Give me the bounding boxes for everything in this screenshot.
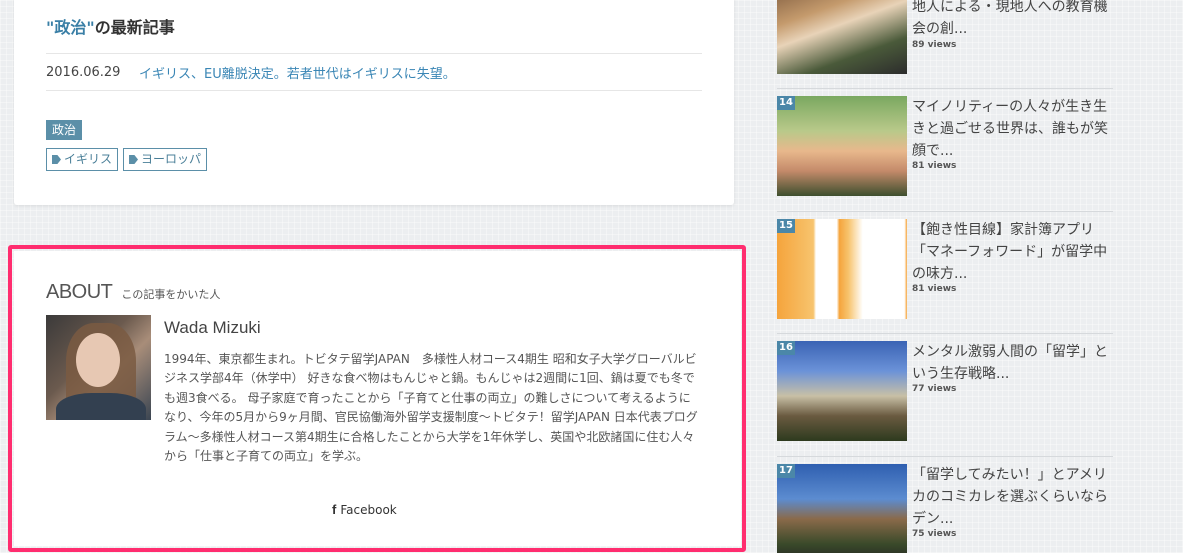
ranking-item[interactable]: 15 【飽き性目線】家計簿アプリ「マネーフォワード」が留学中の味方... 81 …	[777, 211, 1113, 331]
ranking-divider	[777, 456, 1113, 457]
avatar-shirt	[56, 393, 146, 420]
about-author-card: ABOUT この記事をかいた人 Wada Mizuki 1994年、東京都生まれ…	[14, 251, 741, 546]
ranking-views: 75 views	[912, 529, 957, 539]
tag-label: ヨーロッパ	[141, 152, 202, 166]
ranking-number: 16	[777, 341, 795, 355]
ranking-item[interactable]: 17 「留学してみたい！」とアメリカのコミカレを選ぶくらいならデン... 75 …	[777, 456, 1113, 553]
author-bio: 1994年、東京都生まれ。トビタテ留学JAPAN 多様性人材コース4期生 昭和女…	[164, 352, 698, 464]
ranking-item[interactable]: 14 マイノリティーの人々が生き生きと過ごせる世界は、誰もが笑顔で... 81 …	[777, 88, 1113, 208]
avatar-face	[76, 333, 120, 387]
ranking-title[interactable]: メンタル激弱人間の「留学」という生存戦略...	[912, 341, 1112, 385]
tag-item[interactable]: イギリス	[46, 148, 119, 171]
ranking-divider	[777, 211, 1113, 212]
ranking-item[interactable]: 16 メンタル激弱人間の「留学」という生存戦略... 77 views	[777, 333, 1113, 453]
ranking-thumbnail[interactable]	[777, 0, 907, 74]
latest-article-date: 2016.06.29	[46, 64, 121, 80]
tag-icon	[52, 155, 61, 164]
latest-article-link[interactable]: イギリス、EU離脱決定。若者世代はイギリスに失望。	[139, 63, 456, 82]
ranking-views: 81 views	[912, 161, 957, 171]
ranking-title[interactable]: 地人による・現地人への教育機会の創...	[912, 0, 1112, 40]
ranking-thumbnail[interactable]: 14	[777, 96, 907, 196]
author-avatar[interactable]	[46, 315, 151, 420]
ranking-title[interactable]: 「留学してみたい！」とアメリカのコミカレを選ぶくらいならデン...	[912, 464, 1112, 530]
ranking-views: 77 views	[912, 384, 957, 394]
about-heading: ABOUT	[46, 281, 113, 303]
ranking-divider	[777, 88, 1113, 89]
about-subheading: この記事をかいた人	[121, 288, 221, 301]
latest-articles-card: "政治"の最新記事 2016.06.29 イギリス、EU離脱決定。若者世代はイギ…	[14, 0, 734, 205]
ranking-thumbnail[interactable]: 15	[777, 219, 907, 319]
tag-item[interactable]: ヨーロッパ	[123, 148, 208, 171]
tag-list: イギリス ヨーロッパ	[46, 148, 208, 171]
tag-icon	[129, 155, 139, 164]
author-name[interactable]: Wada Mizuki	[164, 318, 261, 338]
ranking-title[interactable]: マイノリティーの人々が生き生きと過ごせる世界は、誰もが笑顔で...	[912, 96, 1112, 162]
ranking-divider	[777, 333, 1113, 334]
latest-title-suffix: の最新記事	[94, 18, 175, 37]
facebook-link[interactable]: f Facebook	[332, 502, 397, 517]
ranking-item[interactable]: 地人による・現地人への教育機会の創... 89 views	[777, 0, 1113, 86]
ranking-number: 15	[777, 219, 795, 233]
ranking-views: 89 views	[912, 40, 957, 50]
ranking-thumbnail[interactable]: 16	[777, 341, 907, 441]
ranking-thumbnail[interactable]: 17	[777, 464, 907, 553]
tag-label: イギリス	[64, 152, 113, 166]
about-header: ABOUT この記事をかいた人	[46, 281, 220, 304]
facebook-label: Facebook	[340, 502, 397, 517]
latest-keyword[interactable]: "政治"	[46, 18, 95, 37]
ranking-views: 81 views	[912, 284, 957, 294]
facebook-icon: f	[332, 502, 337, 517]
ranking-number: 17	[777, 464, 795, 478]
latest-article-row[interactable]: 2016.06.29 イギリス、EU離脱決定。若者世代はイギリスに失望。	[46, 53, 702, 91]
ranking-number: 14	[777, 96, 795, 110]
latest-articles-title: "政治"の最新記事	[46, 14, 175, 38]
ranking-title[interactable]: 【飽き性目線】家計簿アプリ「マネーフォワード」が留学中の味方...	[912, 219, 1112, 285]
category-badge[interactable]: 政治	[46, 120, 83, 140]
